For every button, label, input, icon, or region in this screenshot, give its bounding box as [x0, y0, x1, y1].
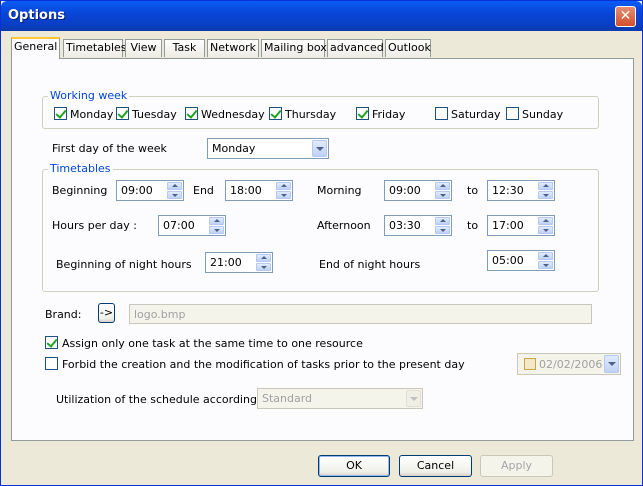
morning-from-spinner[interactable]: 09:00 — [384, 180, 452, 201]
afternoon-to-value: 17:00 — [492, 219, 524, 232]
friday-checkbox[interactable] — [356, 107, 369, 120]
spin-up-icon[interactable] — [435, 182, 450, 190]
night-begin-label: Beginning of night hours — [56, 258, 192, 271]
end-value: 18:00 — [230, 184, 262, 197]
spin-up-icon[interactable] — [167, 182, 182, 190]
monday-label: Monday — [70, 108, 114, 121]
forbid-prior-checkbox[interactable] — [45, 357, 58, 370]
cancel-button[interactable]: Cancel — [399, 455, 472, 477]
tab-timetables[interactable]: Timetables — [63, 39, 127, 57]
first-day-value: Monday — [212, 142, 256, 155]
spin-up-icon[interactable] — [538, 182, 553, 190]
beginning-value: 09:00 — [121, 184, 153, 197]
working-week-label: Working week — [48, 89, 130, 102]
brand-label: Brand: — [45, 308, 82, 321]
saturday-label: Saturday — [451, 108, 501, 121]
monday-checkbox[interactable] — [54, 107, 67, 120]
date-picker[interactable]: 02/02/2006 — [517, 353, 621, 375]
title-bar[interactable]: Options ✕ — [1, 1, 642, 31]
end-spinner[interactable]: 18:00 — [225, 180, 293, 201]
morning-label: Morning — [317, 184, 362, 197]
utilization-label: Utilization of the schedule according to — [56, 393, 272, 406]
wednesday-label: Wednesday — [201, 108, 265, 121]
chevron-down-icon[interactable] — [406, 390, 421, 407]
sunday-checkbox[interactable] — [506, 107, 519, 120]
saturday-checkbox[interactable] — [435, 107, 448, 120]
ok-button[interactable]: OK — [318, 455, 390, 477]
thursday-checkbox[interactable] — [269, 107, 282, 120]
window-title: Options — [8, 8, 65, 23]
thursday-label: Thursday — [285, 108, 337, 121]
spin-up-icon[interactable] — [538, 252, 553, 260]
night-end-value: 05:00 — [492, 254, 524, 267]
afternoon-to-spinner[interactable]: 17:00 — [487, 215, 555, 236]
tab-general[interactable]: General — [11, 37, 60, 59]
spin-down-icon[interactable] — [209, 226, 224, 234]
timetables-label: Timetables — [48, 162, 113, 175]
spin-down-icon[interactable] — [538, 261, 553, 269]
beginning-spinner[interactable]: 09:00 — [116, 180, 184, 201]
spin-up-icon[interactable] — [209, 217, 224, 225]
spin-down-icon[interactable] — [276, 191, 291, 199]
night-begin-spinner[interactable]: 21:00 — [205, 252, 273, 273]
spin-down-icon[interactable] — [538, 191, 553, 199]
night-end-spinner[interactable]: 05:00 — [487, 250, 555, 271]
beginning-label: Beginning — [52, 184, 108, 197]
general-panel: Working week Monday Tuesday Wednesday Th… — [11, 58, 634, 441]
brand-field[interactable]: logo.bmp — [129, 304, 592, 324]
end-label: End — [193, 184, 214, 197]
options-dialog: Options ✕ General Timetables View Task N… — [0, 0, 643, 486]
chevron-down-icon[interactable] — [604, 355, 619, 373]
assign-one-task-checkbox[interactable] — [45, 336, 58, 349]
morning-from-value: 09:00 — [389, 184, 421, 197]
assign-one-task-label: Assign only one task at the same time to… — [62, 337, 363, 350]
date-value: 02/02/2006 — [539, 358, 603, 371]
night-begin-value: 21:00 — [210, 256, 242, 269]
hours-per-day-label: Hours per day : — [52, 219, 137, 232]
sunday-label: Sunday — [522, 108, 564, 121]
tab-view[interactable]: View — [125, 39, 162, 57]
utilization-select[interactable]: Standard — [257, 388, 423, 409]
tab-outlook[interactable]: Outlook — [385, 39, 431, 57]
spin-up-icon[interactable] — [276, 182, 291, 190]
spin-up-icon[interactable] — [435, 217, 450, 225]
spin-down-icon[interactable] — [256, 263, 271, 271]
apply-button[interactable]: Apply — [480, 455, 553, 477]
spin-down-icon[interactable] — [435, 191, 450, 199]
tuesday-checkbox[interactable] — [116, 107, 129, 120]
morning-to-value: 12:30 — [492, 184, 524, 197]
chevron-down-icon[interactable] — [312, 140, 327, 157]
to-label-2: to — [467, 219, 479, 232]
forbid-prior-label: Forbid the creation and the modification… — [62, 358, 465, 371]
spin-up-icon[interactable] — [256, 254, 271, 262]
first-day-select[interactable]: Monday — [207, 138, 329, 159]
first-day-label: First day of the week — [52, 142, 167, 155]
hours-per-day-spinner[interactable]: 07:00 — [158, 215, 226, 236]
friday-label: Friday — [372, 108, 406, 121]
tab-task[interactable]: Task — [164, 39, 205, 57]
night-end-label: End of night hours — [319, 258, 421, 271]
to-label: to — [467, 184, 479, 197]
tab-advanced[interactable]: advanced — [327, 39, 384, 57]
afternoon-from-spinner[interactable]: 03:30 — [384, 215, 452, 236]
brand-browse-button[interactable]: -> — [98, 303, 115, 323]
tuesday-label: Tuesday — [132, 108, 177, 121]
spin-up-icon[interactable] — [538, 217, 553, 225]
close-button[interactable]: ✕ — [615, 6, 636, 27]
tab-network[interactable]: Network — [207, 39, 259, 57]
spin-down-icon[interactable] — [167, 191, 182, 199]
spin-down-icon[interactable] — [435, 226, 450, 234]
afternoon-label: Afternoon — [317, 219, 371, 232]
wednesday-checkbox[interactable] — [185, 107, 198, 120]
spin-down-icon[interactable] — [538, 226, 553, 234]
tab-mailing-box[interactable]: Mailing box — [261, 39, 327, 57]
utilization-value: Standard — [262, 392, 313, 405]
morning-to-spinner[interactable]: 12:30 — [487, 180, 555, 201]
afternoon-from-value: 03:30 — [389, 219, 421, 232]
hours-per-day-value: 07:00 — [163, 219, 195, 232]
date-enable-checkbox[interactable] — [524, 358, 536, 370]
